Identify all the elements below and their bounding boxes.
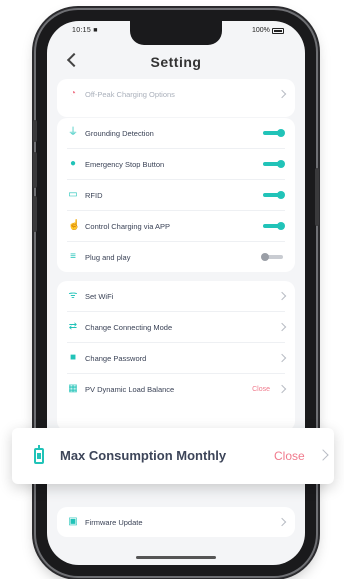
- off-peak-label: Off-Peak Charging Options: [85, 89, 175, 99]
- chevron-right-icon: [277, 384, 287, 394]
- chevron-right-icon: [317, 449, 329, 461]
- rfid-toggle[interactable]: [263, 191, 285, 199]
- chevron-right-icon: [277, 291, 287, 301]
- plug-and-play-label: Plug and play: [85, 252, 131, 262]
- chevron-right-icon: [277, 322, 287, 332]
- page-title: Setting: [150, 54, 202, 70]
- rfid-icon: ▭: [68, 189, 78, 200]
- max-consumption-label: Max Consumption Monthly: [60, 448, 227, 463]
- pv-load-balance-row[interactable]: ▦ PV Dynamic Load Balance Close: [57, 374, 295, 404]
- silent-switch: [33, 120, 37, 142]
- chevron-right-icon: [277, 89, 287, 99]
- home-indicator: [136, 556, 216, 559]
- grounding-detection-toggle[interactable]: [263, 129, 285, 137]
- app-control-label: Control Charging via APP: [85, 221, 171, 231]
- plug-icon: ≡: [70, 251, 76, 262]
- set-wifi-row[interactable]: ᯤ Set WiFi: [57, 281, 295, 311]
- max-consumption-popup-row[interactable]: Max Consumption Monthly Close: [12, 428, 334, 484]
- firmware-update-row[interactable]: ▣ Firmware Update: [57, 507, 295, 537]
- grounding-detection-label: Grounding Detection: [85, 128, 154, 138]
- rfid-label: RFID: [85, 190, 103, 200]
- chevron-right-icon: [277, 517, 287, 527]
- emergency-stop-toggle[interactable]: [263, 160, 285, 168]
- app-header: Setting: [47, 46, 305, 78]
- status-indicators: 100%: [252, 27, 284, 34]
- clock-icon: ◔: [69, 88, 77, 99]
- pv-load-balance-label: PV Dynamic Load Balance: [85, 384, 175, 394]
- top-card: ◔ Off-Peak Charging Options: [57, 79, 295, 117]
- connecting-mode-row[interactable]: ⇄ Change Connecting Mode: [57, 312, 295, 342]
- max-consumption-value: Close: [274, 449, 305, 463]
- change-password-row[interactable]: ■ Change Password: [57, 343, 295, 373]
- chevron-right-icon: [277, 353, 287, 363]
- set-wifi-label: Set WiFi: [85, 291, 114, 301]
- volume-down-button: [33, 196, 37, 232]
- off-peak-row[interactable]: ◔ Off-Peak Charging Options: [57, 85, 295, 103]
- firmware-card: ▣ Firmware Update: [57, 507, 295, 537]
- connecting-mode-label: Change Connecting Mode: [85, 322, 173, 332]
- firmware-update-label: Firmware Update: [85, 517, 143, 527]
- status-time: 10:15 ■: [72, 27, 98, 34]
- menu-card: ᯤ Set WiFi ⇄ Change Connecting Mode ■ Ch…: [57, 281, 295, 431]
- power-button: [315, 168, 319, 226]
- wifi-icon: ᯤ: [68, 290, 78, 301]
- battery-icon: [271, 27, 284, 34]
- phone-notch: [130, 21, 222, 45]
- solar-icon: ▦: [68, 383, 78, 394]
- volume-up-button: [33, 152, 37, 188]
- plug-and-play-row: ≡ Plug and play: [57, 242, 295, 272]
- emergency-stop-row: ● Emergency Stop Button: [57, 149, 295, 179]
- battery-percent: 100%: [252, 27, 270, 34]
- pv-load-balance-value: Close: [252, 385, 270, 393]
- app-control-icon: ☝: [68, 220, 81, 231]
- toggle-card: ⏚ Grounding Detection ● Emergency Stop B…: [57, 118, 295, 272]
- rfid-row: ▭ RFID: [57, 180, 295, 210]
- app-control-row: ☝ Control Charging via APP: [57, 211, 295, 241]
- app-control-toggle[interactable]: [263, 222, 285, 230]
- emergency-stop-label: Emergency Stop Button: [85, 159, 165, 169]
- swap-icon: ⇄: [68, 321, 78, 332]
- grounding-detection-row: ⏚ Grounding Detection: [57, 118, 295, 148]
- ground-icon: ⏚: [68, 127, 78, 138]
- lock-icon: ■: [69, 352, 77, 363]
- meter-icon: [34, 445, 44, 464]
- stop-button-icon: ●: [69, 158, 77, 169]
- firmware-icon: ▣: [68, 516, 78, 527]
- change-password-label: Change Password: [85, 353, 147, 363]
- plug-and-play-toggle[interactable]: [261, 253, 283, 261]
